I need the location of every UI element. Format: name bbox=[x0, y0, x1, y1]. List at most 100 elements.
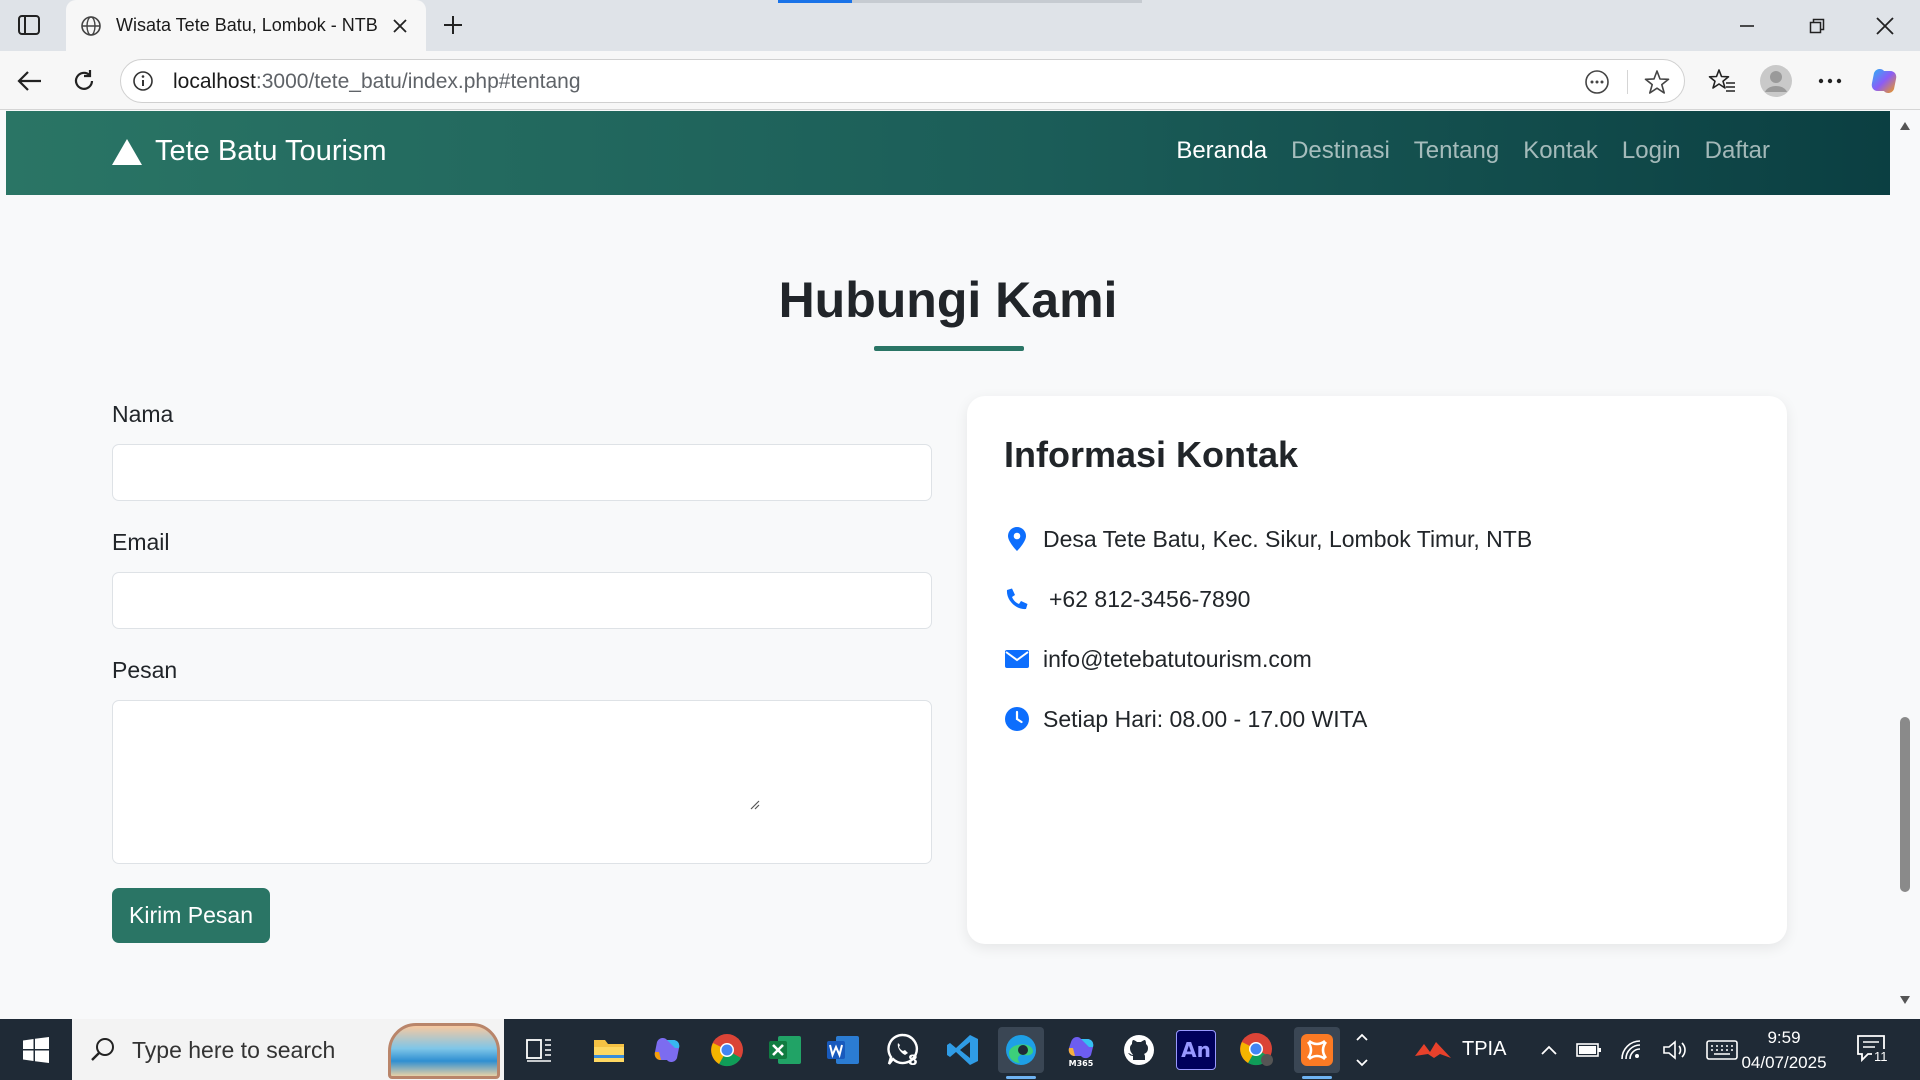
omnibox-separator bbox=[1627, 70, 1628, 94]
phone-icon bbox=[1003, 585, 1031, 613]
tray-overflow-arrows[interactable] bbox=[1354, 1019, 1370, 1080]
m365-button[interactable]: M365 bbox=[1058, 1027, 1104, 1073]
chevron-up-down-icon bbox=[1356, 1033, 1368, 1066]
battery-icon[interactable] bbox=[1576, 1042, 1602, 1058]
info-item-address: Desa Tete Batu, Kec. Sikur, Lombok Timur… bbox=[1003, 524, 1532, 554]
profile-button[interactable] bbox=[1758, 63, 1794, 99]
url-host: localhost bbox=[173, 70, 256, 93]
close-icon bbox=[1876, 16, 1894, 35]
restore-icon bbox=[1809, 18, 1825, 33]
task-view-button[interactable] bbox=[516, 1027, 562, 1073]
animate-button[interactable]: An bbox=[1176, 1030, 1216, 1070]
clock-time: 9:59 bbox=[1767, 1028, 1801, 1047]
edge-button[interactable] bbox=[998, 1027, 1044, 1079]
whatsapp-button[interactable]: 8 bbox=[880, 1027, 926, 1073]
excel-button[interactable] bbox=[762, 1027, 808, 1073]
reload-button[interactable] bbox=[66, 63, 102, 99]
resize-grip-icon[interactable] bbox=[750, 797, 760, 815]
word-button[interactable] bbox=[820, 1027, 866, 1073]
message-field-group: Pesan bbox=[112, 657, 934, 864]
restore-button[interactable] bbox=[1782, 0, 1852, 51]
envelope-icon bbox=[1003, 645, 1031, 673]
new-tab-button[interactable] bbox=[438, 10, 468, 40]
email-field-group: Email bbox=[112, 529, 934, 629]
close-icon bbox=[393, 18, 407, 33]
wifi-icon[interactable] bbox=[1620, 1039, 1644, 1061]
reload-icon bbox=[74, 70, 94, 90]
close-window-button[interactable] bbox=[1850, 0, 1920, 51]
github-button[interactable] bbox=[1116, 1027, 1162, 1073]
page-scrollbar[interactable] bbox=[1890, 111, 1920, 1019]
tab-close-button[interactable] bbox=[388, 14, 412, 38]
active-tab[interactable]: Wisata Tete Batu, Lombok - NTB bbox=[66, 0, 426, 51]
loading-indicator bbox=[778, 0, 852, 3]
name-input[interactable] bbox=[112, 444, 932, 501]
vscode-button[interactable] bbox=[940, 1027, 986, 1073]
name-field-group: Nama bbox=[112, 401, 934, 501]
edge-icon bbox=[1006, 1035, 1036, 1065]
ellipsis-icon bbox=[1818, 78, 1842, 84]
clock-icon bbox=[1003, 705, 1031, 733]
chrome-icon bbox=[711, 1034, 743, 1067]
copilot-button[interactable] bbox=[1866, 63, 1902, 99]
tray-app-tpia[interactable]: TPIA bbox=[1414, 1019, 1506, 1080]
scroll-down-arrow-icon[interactable] bbox=[1899, 995, 1911, 1005]
info-address-text: Desa Tete Batu, Kec. Sikur, Lombok Timur… bbox=[1043, 525, 1533, 552]
chrome-button[interactable] bbox=[704, 1027, 750, 1073]
settings-menu-button[interactable] bbox=[1812, 63, 1848, 99]
animate-icon: An bbox=[1181, 1038, 1211, 1062]
notification-badge: 11 bbox=[1872, 1049, 1890, 1064]
copilot-app-button[interactable] bbox=[644, 1027, 690, 1073]
favorites-star-icon bbox=[1708, 69, 1735, 92]
favorites-button[interactable] bbox=[1704, 63, 1740, 99]
site-info-icon[interactable] bbox=[131, 69, 155, 93]
chevron-up-icon[interactable] bbox=[1540, 1044, 1558, 1056]
volume-icon[interactable] bbox=[1662, 1039, 1688, 1061]
info-phone-text: +62 812-3456-7890 bbox=[1049, 585, 1251, 612]
mountain-icon bbox=[111, 137, 145, 167]
plus-icon bbox=[444, 16, 462, 34]
tab-actions-button[interactable] bbox=[14, 12, 44, 38]
start-button[interactable] bbox=[0, 1019, 72, 1080]
info-item-hours: Setiap Hari: 08.00 - 17.00 WITA bbox=[1003, 704, 1532, 734]
minimize-button[interactable] bbox=[1712, 0, 1782, 51]
nav-links: Beranda Destinasi Tentang Kontak Login D… bbox=[1176, 137, 1770, 165]
nav-link-login[interactable]: Login bbox=[1622, 137, 1681, 165]
title-underline bbox=[874, 346, 1024, 351]
svg-text:M365: M365 bbox=[1069, 1059, 1094, 1068]
favorite-button[interactable] bbox=[1641, 66, 1673, 98]
nav-link-destinasi[interactable]: Destinasi bbox=[1291, 137, 1390, 165]
search-highlight-image[interactable] bbox=[388, 1023, 500, 1079]
submit-button[interactable]: Kirim Pesan bbox=[112, 888, 270, 943]
notification-center-button[interactable]: 11 bbox=[1856, 1033, 1890, 1068]
info-item-phone: +62 812-3456-7890 bbox=[1003, 584, 1532, 614]
vscode-icon bbox=[947, 1035, 978, 1065]
taskbar-search[interactable]: Type here to search bbox=[72, 1019, 504, 1080]
browser-toolbar: localhost:3000/tete_batu/index.php#tenta… bbox=[0, 51, 1920, 110]
reader-mode-button[interactable] bbox=[1581, 66, 1613, 98]
minimize-icon bbox=[1740, 24, 1754, 27]
search-placeholder: Type here to search bbox=[132, 1037, 336, 1063]
scroll-up-arrow-icon[interactable] bbox=[1899, 121, 1911, 131]
taskbar-clock[interactable]: 9:59 04/07/2025 bbox=[1728, 1025, 1840, 1075]
brand-link[interactable]: Tete Batu Tourism bbox=[111, 135, 387, 168]
avatar-icon bbox=[1760, 65, 1792, 97]
message-textarea[interactable] bbox=[112, 700, 932, 864]
tpia-logo-icon bbox=[1415, 1041, 1451, 1058]
address-bar[interactable]: localhost:3000/tete_batu/index.php#tenta… bbox=[120, 59, 1685, 103]
scroll-thumb[interactable] bbox=[1900, 717, 1910, 892]
back-button[interactable] bbox=[12, 63, 48, 99]
word-icon bbox=[827, 1036, 859, 1064]
xampp-button[interactable] bbox=[1294, 1027, 1340, 1079]
search-icon bbox=[91, 1038, 114, 1061]
message-label: Pesan bbox=[112, 657, 178, 683]
chrome-profile-button[interactable] bbox=[1234, 1027, 1280, 1073]
nav-link-tentang[interactable]: Tentang bbox=[1414, 137, 1499, 165]
nav-link-beranda[interactable]: Beranda bbox=[1176, 137, 1267, 165]
email-input[interactable] bbox=[112, 572, 932, 629]
nav-link-kontak[interactable]: Kontak bbox=[1523, 137, 1598, 165]
url-text[interactable]: localhost:3000/tete_batu/index.php#tenta… bbox=[173, 70, 581, 94]
system-tray bbox=[1540, 1019, 1738, 1080]
file-explorer-button[interactable] bbox=[586, 1027, 632, 1073]
nav-link-daftar[interactable]: Daftar bbox=[1705, 137, 1770, 165]
